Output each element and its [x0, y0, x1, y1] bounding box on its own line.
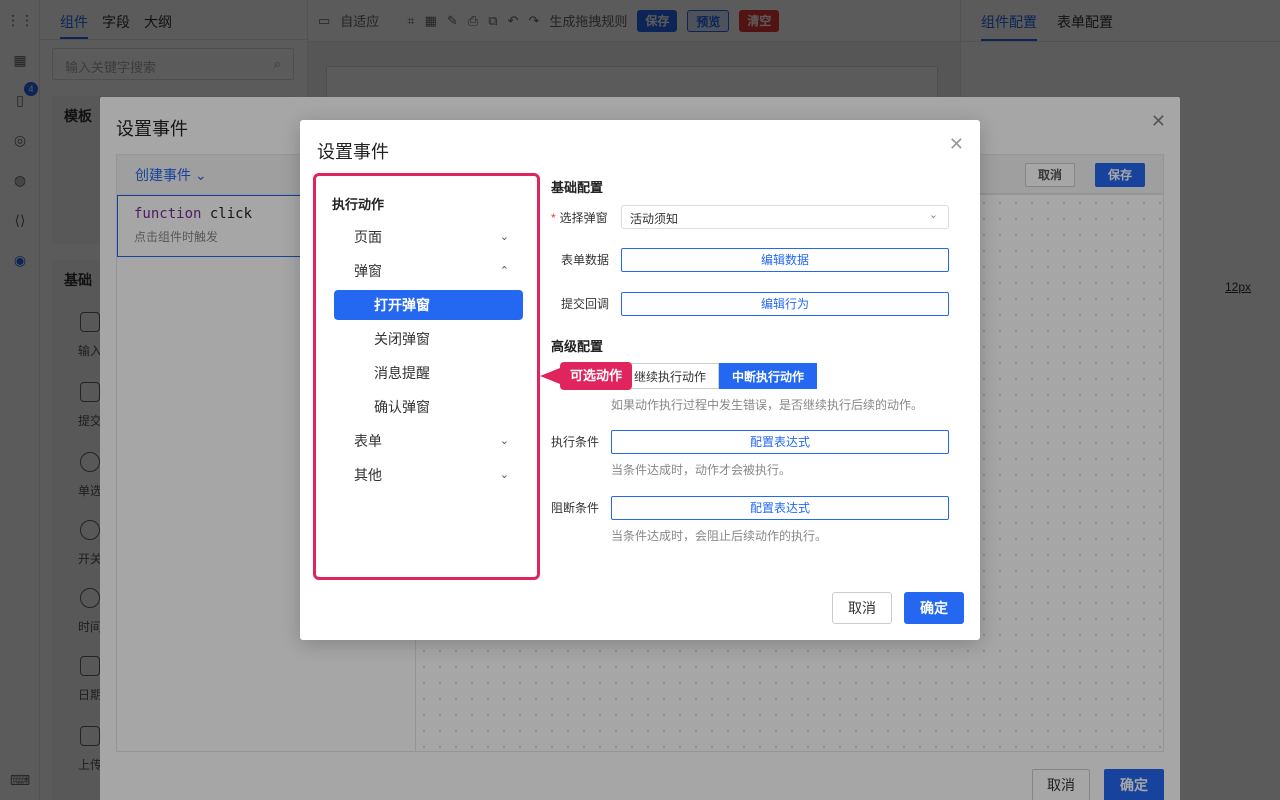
tree-title: 执行动作	[332, 197, 385, 212]
tree-node-other[interactable]: 其他 ⌄	[334, 460, 523, 490]
action-tree: 执行动作 页面 ⌄ 弹窗 ⌃ 打开弹窗 关闭弹窗 消息提醒 确认弹窗 表单 ⌄ 其他 ⌄	[313, 173, 540, 580]
select-popup-dropdown[interactable]: 活动须知 ⌄	[621, 205, 949, 229]
advanced-config-heading: 高级配置	[551, 339, 604, 354]
edit-data-button[interactable]: 编辑数据	[621, 248, 949, 272]
exec-condition-hint: 当条件达成时，动作才会被执行。	[611, 463, 792, 477]
callout-arrow-icon	[540, 368, 560, 384]
basic-config-heading: 基础配置	[551, 180, 604, 195]
error-behavior-hint: 如果动作执行过程中发生错误，是否继续执行后续的动作。	[611, 398, 924, 412]
action-config-dialog: 设置事件 ✕ 执行动作 页面 ⌄ 弹窗 ⌃ 打开弹窗 关闭弹窗 消息提醒 确认弹窗 …	[300, 120, 980, 640]
chevron-down-icon: ⌄	[499, 231, 509, 243]
chevron-down-icon: ⌄	[928, 209, 938, 221]
error-behavior-toggle: 继续执行动作 中断执行动作	[621, 363, 818, 389]
dialog2-title: 设置事件	[317, 142, 389, 162]
block-condition-hint: 当条件达成时，会阻止后续动作的执行。	[611, 529, 828, 543]
exec-condition-label: 执行条件	[551, 435, 600, 449]
tree-node-close-popup[interactable]: 关闭弹窗	[334, 324, 523, 354]
select-popup-value: 活动须知	[630, 212, 679, 226]
break-action-option[interactable]: 中断执行动作	[719, 363, 818, 389]
form-data-label: 表单数据	[561, 253, 610, 267]
chevron-up-icon: ⌃	[499, 265, 509, 277]
dialog2-cancel-button[interactable]: 取消	[832, 592, 892, 624]
tree-node-page[interactable]: 页面 ⌄	[334, 222, 523, 252]
chevron-down-icon: ⌄	[499, 435, 509, 447]
select-popup-label: * 选择弹窗	[551, 211, 608, 225]
tree-node-open-popup[interactable]: 打开弹窗	[334, 290, 523, 320]
exec-condition-button[interactable]: 配置表达式	[611, 430, 949, 454]
tree-node-message[interactable]: 消息提醒	[334, 358, 523, 388]
dialog2-ok-button[interactable]: 确定	[904, 592, 964, 624]
tree-node-form[interactable]: 表单 ⌄	[334, 426, 523, 456]
submit-callback-label: 提交回调	[561, 297, 610, 311]
block-condition-label: 阻断条件	[551, 501, 600, 515]
chevron-down-icon: ⌄	[499, 469, 509, 481]
optional-actions-callout: 可选动作	[540, 362, 633, 390]
block-condition-button[interactable]: 配置表达式	[611, 496, 949, 520]
tree-node-confirm[interactable]: 确认弹窗	[334, 392, 523, 422]
continue-action-option[interactable]: 继续执行动作	[621, 363, 720, 389]
tree-node-popup[interactable]: 弹窗 ⌃	[334, 256, 523, 286]
edit-behavior-button[interactable]: 编辑行为	[621, 292, 949, 316]
callout-label: 可选动作	[560, 362, 633, 390]
